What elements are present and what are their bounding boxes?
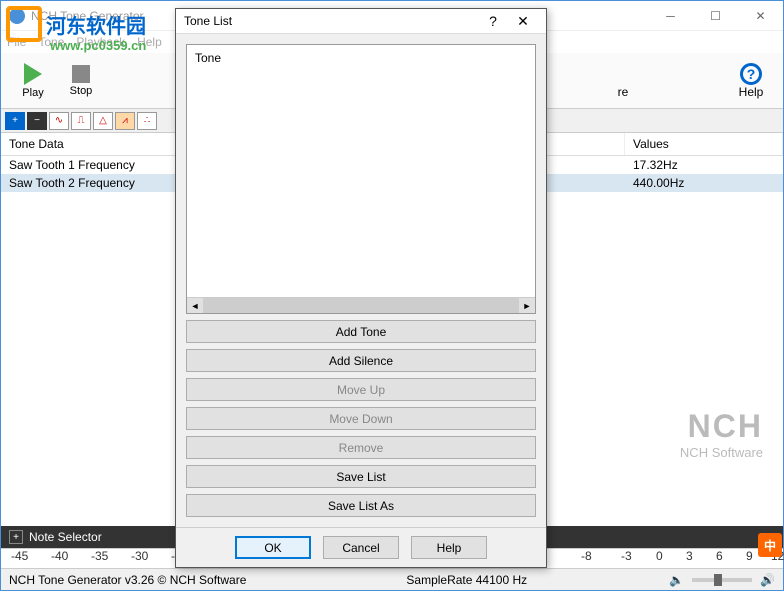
dialog-title: Tone List — [184, 14, 478, 28]
speaker-high-icon: 🔊 — [760, 573, 775, 587]
tone-list[interactable]: Tone ◄ ► — [186, 44, 536, 314]
scroll-right-icon[interactable]: ► — [519, 298, 535, 313]
wave-saw-icon[interactable]: ⩘ — [115, 112, 135, 130]
window-buttons: ─ ☐ ✕ — [648, 1, 783, 31]
wave-noise-icon[interactable]: ∴ — [137, 112, 157, 130]
maximize-button[interactable]: ☐ — [693, 1, 738, 31]
tone-list-dialog: Tone List ? ✕ Tone ◄ ► Add Tone Add Sile… — [175, 8, 547, 568]
move-up-button[interactable]: Move Up — [186, 378, 536, 401]
move-down-button[interactable]: Move Down — [186, 407, 536, 430]
samplerate-label: SampleRate 44100 Hz — [406, 573, 527, 587]
version-label: NCH Tone Generator v3.26 © NCH Software — [9, 573, 246, 587]
save-list-button[interactable]: Save List — [186, 465, 536, 488]
unknown-icon — [140, 65, 158, 83]
stop-icon — [72, 65, 90, 83]
cancel-button[interactable]: Cancel — [323, 536, 399, 559]
wave-triangle-icon[interactable]: △ — [93, 112, 113, 130]
dialog-title-bar: Tone List ? ✕ — [176, 9, 546, 34]
volume-control: 🔈 🔊 — [669, 573, 775, 587]
dialog-body: Tone ◄ ► Add Tone Add Silence Move Up Mo… — [176, 34, 546, 527]
add-icon[interactable]: + — [5, 112, 25, 130]
wave-square-icon[interactable]: ⎍ — [71, 112, 91, 130]
dialog-help-icon[interactable]: ? — [478, 13, 508, 29]
col-values: Values — [625, 133, 783, 155]
status-bar: NCH Tone Generator v3.26 © NCH Software … — [1, 568, 783, 590]
dialog-footer: OK Cancel Help — [176, 527, 546, 567]
help-button[interactable]: ? Help — [727, 63, 775, 99]
ok-button[interactable]: OK — [235, 536, 311, 559]
scroll-left-icon[interactable]: ◄ — [187, 298, 203, 313]
stop-button[interactable]: Stop — [57, 65, 105, 97]
add-silence-button[interactable]: Add Silence — [186, 349, 536, 372]
speaker-low-icon: 🔈 — [669, 573, 684, 587]
menu-playback[interactable]: Playback — [76, 35, 125, 49]
wave-sine-icon[interactable]: ∿ — [49, 112, 69, 130]
dialog-close-icon[interactable]: ✕ — [508, 13, 538, 30]
volume-slider[interactable] — [692, 578, 752, 582]
partial-button[interactable] — [125, 65, 173, 97]
list-header: Tone — [191, 49, 531, 67]
slider-thumb[interactable] — [714, 574, 722, 586]
play-icon — [24, 63, 42, 85]
help-icon: ? — [740, 63, 762, 85]
play-button[interactable]: Play — [9, 63, 57, 99]
add-tone-button[interactable]: Add Tone — [186, 320, 536, 343]
expand-icon[interactable]: + — [9, 530, 23, 544]
menu-help[interactable]: Help — [137, 35, 162, 49]
menu-tone[interactable]: Tone — [38, 35, 64, 49]
close-button[interactable]: ✕ — [738, 1, 783, 31]
menu-file[interactable]: File — [7, 35, 26, 49]
horizontal-scrollbar[interactable]: ◄ ► — [187, 297, 535, 313]
scroll-track[interactable] — [203, 298, 519, 313]
ime-badge[interactable]: 中 — [758, 533, 782, 557]
remove-button[interactable]: Remove — [186, 436, 536, 459]
nch-logo: NCH NCH Software — [680, 408, 763, 460]
app-icon — [9, 8, 25, 24]
minimize-button[interactable]: ─ — [648, 1, 693, 31]
partial-right-button[interactable]: re — [599, 63, 647, 99]
remove-icon[interactable]: − — [27, 112, 47, 130]
dialog-help-button[interactable]: Help — [411, 536, 487, 559]
save-list-as-button[interactable]: Save List As — [186, 494, 536, 517]
